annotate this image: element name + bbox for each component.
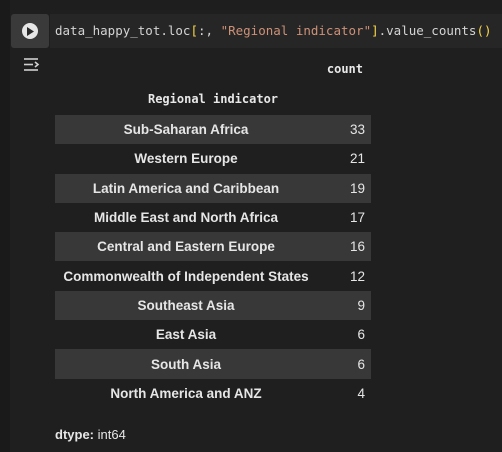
play-circle-icon (22, 23, 38, 39)
index-name-header: Regional indicator (147, 92, 279, 106)
dtype-value: int64 (97, 427, 126, 442)
row-label: Southeast Asia (137, 297, 235, 313)
table-row: Sub-Saharan Africa 33 (55, 115, 371, 145)
dtype-label: dtype: (55, 427, 94, 442)
table-row: Western Europe 21 (55, 144, 371, 173)
table-row: Latin America and Caribbean 19 (55, 173, 371, 203)
run-cell-button[interactable] (11, 14, 49, 48)
table-body: Sub-Saharan Africa 33 Western Europe 21 Lati… (55, 115, 371, 408)
row-label: Central and Eastern Europe (97, 239, 275, 255)
table-row: Central and Eastern Europe 16 (55, 232, 371, 262)
row-count: 16 (349, 239, 365, 255)
row-label: North America and ANZ (110, 385, 262, 401)
table-row: East Asia 6 (55, 320, 371, 349)
row-count: 6 (357, 356, 365, 372)
output-toggle-icon[interactable] (22, 56, 42, 74)
row-count: 17 (349, 210, 365, 226)
table-row: Southeast Asia 9 (55, 290, 371, 321)
row-count: 4 (357, 385, 365, 401)
row-count: 6 (357, 327, 365, 343)
row-label: Sub-Saharan Africa (123, 122, 249, 138)
code-bracket-open: [ (190, 23, 198, 38)
row-label: East Asia (155, 327, 217, 343)
code-method: .value_counts (378, 23, 477, 38)
table-row: North America and ANZ 4 (55, 379, 371, 408)
left-gutter (0, 0, 10, 452)
code-string: "Regional indicator" (220, 23, 372, 38)
table-row: Middle East and North Africa 17 (55, 203, 371, 232)
row-count: 19 (349, 180, 365, 196)
row-count: 12 (349, 268, 365, 284)
row-label: South Asia (150, 356, 221, 372)
row-count: 33 (349, 122, 365, 138)
row-count: 9 (357, 297, 365, 313)
code-object: data_happy_tot.loc (55, 23, 191, 38)
row-label: Middle East and North Africa (93, 210, 279, 226)
code-parens: () (476, 23, 492, 38)
code-slice: :, (198, 23, 221, 38)
row-label: Commonwealth of Independent States (63, 268, 309, 284)
column-header-count: count (326, 62, 363, 76)
row-label: Latin America and Caribbean (92, 180, 280, 196)
dtype-line: dtype: int64 (55, 427, 126, 442)
table-row: Commonwealth of Independent States 12 (55, 261, 371, 290)
table-row: South Asia 6 (55, 349, 371, 379)
row-count: 21 (349, 151, 365, 167)
code-bracket-close: ] (371, 23, 379, 38)
row-label: Western Europe (134, 151, 238, 167)
code-editor[interactable]: data_happy_tot.loc[:, "Regional indicato… (50, 14, 502, 48)
